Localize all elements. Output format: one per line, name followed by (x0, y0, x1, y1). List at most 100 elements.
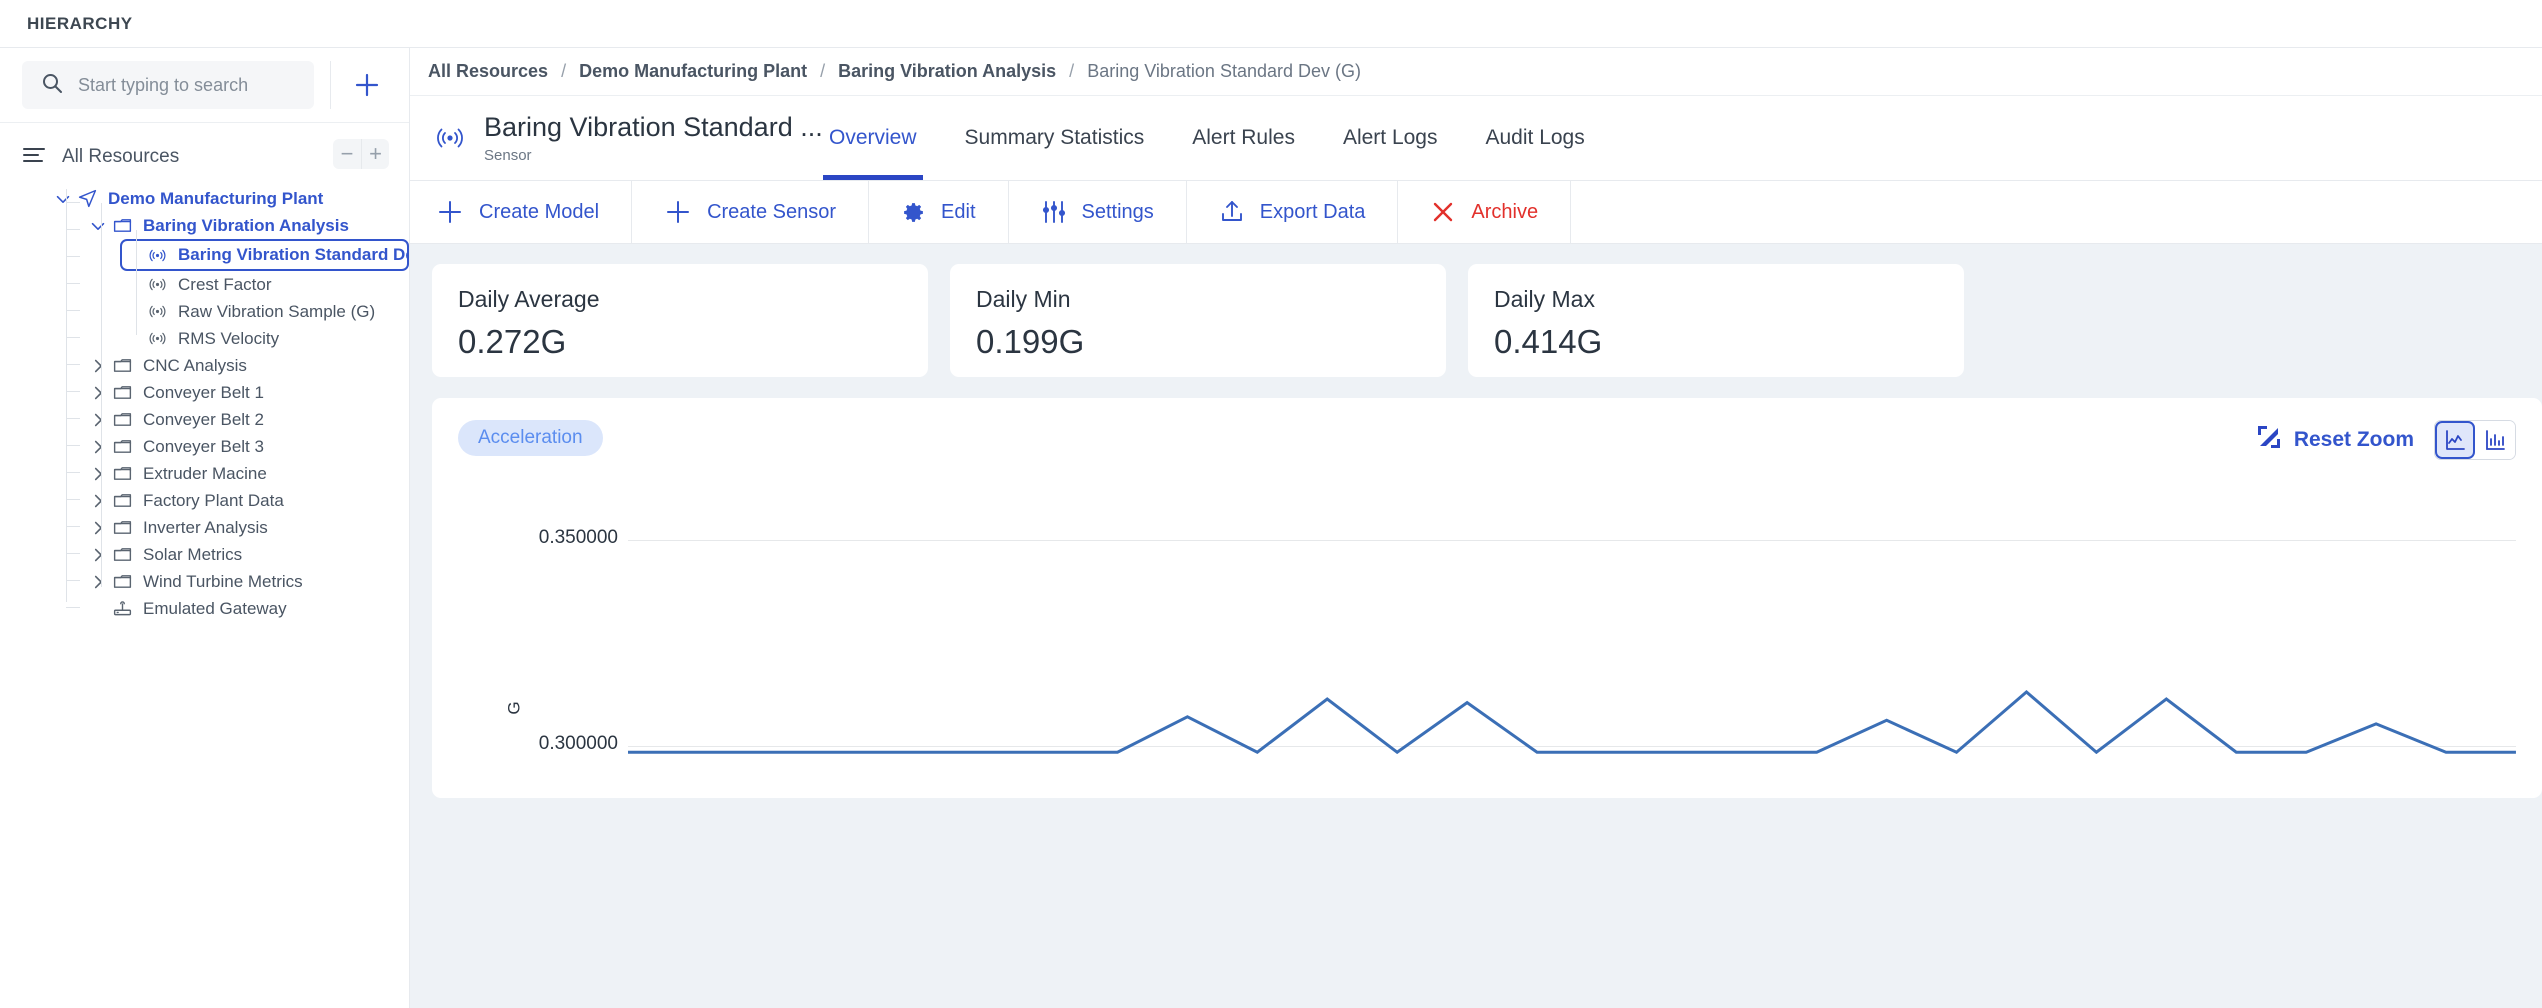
tree-item-solar-metrics[interactable]: Solar Metrics (87, 541, 409, 568)
kpi-label: Daily Average (458, 286, 600, 312)
chevron-down-icon[interactable] (52, 188, 74, 210)
export-data-button[interactable]: Export Data (1187, 181, 1399, 243)
tree-guide-line (66, 256, 80, 257)
folder-icon (109, 355, 135, 376)
chevron-right-icon[interactable] (87, 490, 109, 512)
toolbar-button-label: Create Sensor (707, 200, 837, 223)
tree-item-label: Crest Factor (178, 274, 272, 294)
chevron-right-icon[interactable] (87, 544, 109, 566)
tab-summary-statistics[interactable]: Summary Statistics (941, 96, 1169, 180)
chart-toolbar: Reset Zoom (2256, 420, 2516, 460)
tree-item-cnc-analysis[interactable]: CNC Analysis (87, 352, 409, 379)
tree-guide-line (66, 337, 80, 338)
settings-button[interactable]: Settings (1009, 181, 1187, 243)
search-box[interactable] (22, 61, 315, 109)
resource-tree-panel: All Resources − + Demo Manufacturing Pla… (0, 123, 409, 1008)
tree-header-label: All Resources (62, 146, 180, 167)
tree-item-conveyer-belt-3[interactable]: Conveyer Belt 3 (87, 433, 409, 460)
edit-button[interactable]: Edit (869, 181, 1009, 243)
folder-icon (109, 517, 135, 538)
chevron-right-icon[interactable] (87, 517, 109, 539)
folder-icon (109, 544, 135, 565)
toolbar-button-label: Archive (1471, 200, 1539, 223)
toolbar-button-label: Settings (1081, 200, 1154, 223)
archive-button[interactable]: Archive (1398, 181, 1572, 243)
tree-guide-line (101, 203, 102, 587)
breadcrumb: All Resources / Demo Manufacturing Plant / B… (410, 48, 2542, 96)
tree-item-conveyer-belt-2[interactable]: Conveyer Belt 2 (87, 406, 409, 433)
chevron-right-icon[interactable] (87, 436, 109, 458)
create-sensor-button[interactable]: Create Sensor (632, 181, 870, 243)
tree-item-extruder-macine[interactable]: Extruder Macine (87, 460, 409, 487)
tree-guide-line (136, 230, 137, 335)
breadcrumb-separator: / (1069, 61, 1075, 81)
tree-list-icon (22, 145, 46, 170)
toolbar-button-label: Create Model (479, 200, 600, 223)
chevron-right-icon[interactable] (87, 382, 109, 404)
tree-item-inverter-analysis[interactable]: Inverter Analysis (87, 514, 409, 541)
tab-alert-logs[interactable]: Alert Logs (1319, 96, 1462, 180)
tree-item-demo-manufacturing-plant[interactable]: Demo Manufacturing Plant (52, 185, 409, 212)
tree-guide-line (66, 418, 80, 419)
breadcrumb-item[interactable]: Demo Manufacturing Plant (579, 61, 807, 82)
gateway-icon (109, 598, 135, 619)
tree-item-label: Conveyer Belt 3 (143, 436, 264, 456)
application-root: HIERARCHY Start typing to search All Res… (0, 0, 2542, 1008)
create-model-button[interactable]: Create Model (410, 181, 633, 243)
tree-item-baring-vibration-standard-de[interactable]: Baring Vibration Standard De... (120, 239, 409, 271)
tree-item-label: Demo Manufacturing Plant (108, 188, 324, 208)
tree-item-label: Inverter Analysis (143, 517, 268, 537)
tree-guide-line (66, 229, 80, 230)
kpi-value: 0.199G (976, 323, 1085, 360)
entity-title-block: Baring Vibration Standard ... Sensor (410, 96, 823, 180)
tree-item-wind-turbine-metrics[interactable]: Wind Turbine Metrics (87, 568, 409, 595)
tree-guide-line (66, 472, 80, 473)
tab-overview[interactable]: Overview (805, 96, 941, 180)
chevron-right-icon[interactable] (87, 571, 109, 593)
chevron-right-icon[interactable] (87, 463, 109, 485)
breadcrumb-item[interactable]: Baring Vibration Analysis (838, 61, 1056, 82)
tree-item-crest-factor[interactable]: Crest Factor (122, 271, 409, 298)
tree-item-label: Wind Turbine Metrics (143, 571, 303, 591)
add-resource-button[interactable] (347, 64, 387, 106)
toolbar-button-label: Export Data (1259, 200, 1366, 223)
chevron-down-icon[interactable] (87, 215, 109, 237)
chart-type-toggle (2434, 420, 2516, 460)
tree-collapse-all-button[interactable]: − (333, 139, 361, 169)
chart-y-tick-label: 0.350000 (538, 526, 618, 548)
tab-alert-rules[interactable]: Alert Rules (1168, 96, 1319, 180)
tree-item-rms-velocity[interactable]: RMS Velocity (122, 325, 409, 352)
search-input[interactable] (78, 74, 297, 96)
tree-guide-line (66, 283, 80, 284)
tree-expand-all-button[interactable]: + (361, 139, 389, 169)
tree-item-label: CNC Analysis (143, 355, 247, 375)
folder-icon (109, 409, 135, 430)
tree-header: All Resources − + (0, 137, 409, 177)
line-chart-icon[interactable] (2435, 421, 2475, 459)
body-container: All Resources − + Demo Manufacturing Pla… (0, 48, 2542, 1008)
sensor-icon (434, 122, 466, 154)
tree-item-label: Baring Vibration Standard De... (178, 245, 409, 264)
tab-audit-logs[interactable]: Audit Logs (1462, 96, 1609, 180)
page-title: HIERARCHY (27, 13, 133, 33)
resource-tree: Demo Manufacturing Plant Baring Vibration… (0, 185, 409, 622)
tree-item-raw-vibration-sample-g[interactable]: Raw Vibration Sample (G) (122, 298, 409, 325)
tree-item-emulated-gateway[interactable]: Emulated Gateway (87, 595, 409, 622)
tree-item-label: Extruder Macine (143, 463, 267, 483)
tree-zoom-controls: − + (333, 139, 389, 169)
bar-chart-icon[interactable] (2475, 421, 2515, 459)
entity-title-text: Baring Vibration Standard ... Sensor (484, 112, 823, 163)
folder-icon (109, 571, 135, 592)
plus-icon (436, 198, 464, 226)
kpi-card-daily-average: Daily Average 0.272G (432, 264, 928, 377)
chevron-right-icon[interactable] (87, 409, 109, 431)
reset-zoom-button[interactable]: Reset Zoom (2256, 424, 2414, 456)
tab-bar: Overview Summary Statistics Alert Rules Ale… (805, 96, 1609, 180)
tree-item-factory-plant-data[interactable]: Factory Plant Data (87, 487, 409, 514)
main-panel: All Resources / Demo Manufacturing Plant / B… (410, 48, 2542, 1008)
metric-chip-acceleration[interactable]: Acceleration (458, 420, 603, 456)
tree-item-label: Conveyer Belt 2 (143, 409, 264, 429)
chevron-right-icon[interactable] (87, 355, 109, 377)
breadcrumb-item[interactable]: All Resources (428, 61, 548, 82)
tree-item-conveyer-belt-1[interactable]: Conveyer Belt 1 (87, 379, 409, 406)
